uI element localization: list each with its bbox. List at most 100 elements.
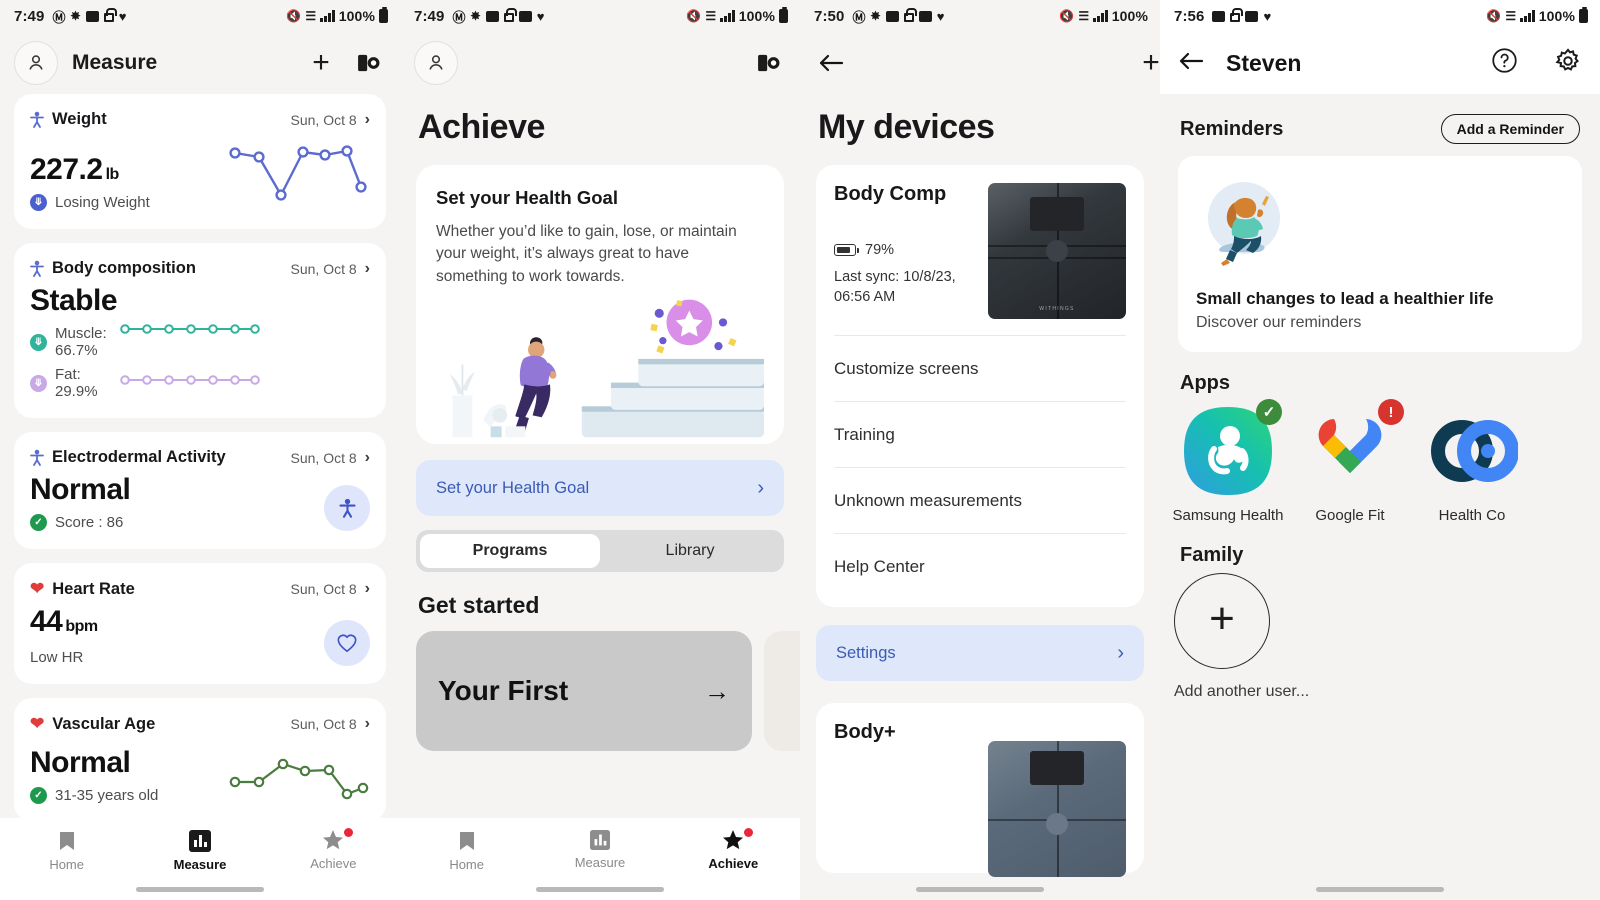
pinwheel-icon: ✸	[870, 9, 881, 23]
app-item-health-connect[interactable]: Health Co	[1424, 405, 1520, 524]
add-button[interactable]: +	[304, 46, 338, 80]
nav-item-home[interactable]: Home	[400, 830, 533, 872]
device-icon[interactable]	[352, 46, 386, 80]
device-link-training[interactable]: Training	[834, 401, 1126, 467]
card-weight[interactable]: Weight Sun, Oct 8 › 227.2 lb ⤋ Losing Wei…	[14, 94, 386, 229]
reminder-card-subtitle: Discover our reminders	[1196, 314, 1362, 331]
add-button[interactable]: +	[1134, 46, 1160, 80]
apps-section-header: Apps	[1160, 352, 1600, 401]
device-name: Body+	[834, 721, 896, 743]
photo-icon	[918, 10, 932, 22]
card-value: 44 bpm	[30, 605, 98, 638]
card-vascular-age[interactable]: ❤ Vascular Age Sun, Oct 8 › Normal ✓ 31-…	[14, 698, 386, 822]
chevron-right-icon: ›	[364, 448, 370, 466]
muscle-sparkline	[120, 324, 260, 334]
card-body-composition[interactable]: Body composition Sun, Oct 8 › Stable ⤋ M…	[14, 243, 386, 418]
vascular-sparkline	[229, 758, 369, 800]
status-badge-alert: !	[1378, 399, 1404, 425]
nav-item-achieve[interactable]: Achieve	[267, 828, 400, 871]
nav-item-measure[interactable]: Measure	[533, 830, 666, 870]
device-icon[interactable]	[752, 46, 786, 80]
app-header: Measure +	[0, 32, 400, 94]
family-section-header: Family	[1160, 524, 1600, 567]
pinwheel-icon: ✸	[470, 9, 481, 23]
back-arrow-icon[interactable]	[1178, 51, 1204, 76]
notification-badge	[344, 828, 354, 837]
card-title: ❤ Heart Rate	[30, 579, 135, 598]
status-right: 🔇 ☰ 100%	[286, 7, 388, 24]
battery-icon	[779, 7, 788, 23]
card-value: Normal	[30, 473, 131, 506]
device-link-unknown-measurements[interactable]: Unknown measurements	[834, 467, 1126, 533]
app-header	[400, 32, 800, 94]
photo-icon	[518, 10, 532, 22]
status-left: 7:49 Ⓜ ✸ ♥	[14, 7, 127, 26]
card-body: 44 bpm Low HR	[30, 605, 370, 666]
profile-icon[interactable]	[14, 41, 58, 85]
status-left: 7:56 ♥	[1174, 8, 1271, 25]
apps-list: ✓ Samsung Health ! Google Fit Health Co	[1160, 399, 1600, 524]
device-card-body-plus: Body+	[816, 703, 1144, 877]
add-another-user-button[interactable]: +	[1174, 573, 1270, 669]
nav-item-home[interactable]: Home	[0, 830, 133, 872]
home-indicator	[536, 887, 664, 892]
card-title: ❤ Vascular Age	[30, 714, 156, 733]
card-title: Weight	[30, 110, 107, 129]
card-heart-rate[interactable]: ❤ Heart Rate Sun, Oct 8 › 44 bpm Low HR	[14, 563, 386, 684]
program-card-list: Your First →	[400, 631, 800, 752]
health-goal-card[interactable]: Set your Health Goal Whether you’d like …	[416, 165, 784, 445]
muscle-stat: ⤋ Muscle: 66.7%	[30, 325, 117, 359]
heart-icon: ❤	[30, 579, 45, 598]
battery-icon	[834, 244, 859, 257]
battery-percent: 100%	[338, 8, 375, 24]
program-card-next[interactable]	[764, 631, 800, 752]
card-body: Stable ⤋ Muscle: 66.7% ⤋ Fat: 29.9%	[30, 284, 370, 400]
card-status: Low HR	[30, 649, 84, 666]
device-link-help-center[interactable]: Help Center	[834, 533, 1126, 599]
reminder-card[interactable]: Small changes to lead a healthier life D…	[1178, 156, 1582, 352]
gmail-icon: Ⓜ	[452, 10, 466, 26]
profile-header: Steven	[1160, 32, 1600, 94]
back-arrow-icon[interactable]	[814, 46, 848, 80]
bitmoji-icon	[885, 10, 899, 22]
card-header: ❤ Vascular Age Sun, Oct 8 ›	[30, 714, 370, 734]
device-header: Body+	[834, 721, 1126, 877]
card-value: Stable	[30, 284, 118, 317]
profile-icon[interactable]	[414, 41, 458, 85]
pinwheel-icon: ✸	[70, 9, 81, 23]
app-header: +	[800, 32, 1160, 94]
add-reminder-button[interactable]: Add a Reminder	[1440, 114, 1580, 144]
device-last-sync: Last sync: 10/8/23, 06:56 AM	[834, 268, 956, 306]
bars-icon	[589, 830, 610, 850]
app-item-samsung-health[interactable]: ✓ Samsung Health	[1173, 399, 1283, 524]
device-link-customize-screens[interactable]: Customize screens	[834, 335, 1126, 401]
card-electrodermal-activity[interactable]: Electrodermal Activity Sun, Oct 8 › Norm…	[14, 432, 386, 549]
wifi-icon: ☰	[305, 9, 317, 23]
program-card[interactable]: Your First →	[416, 631, 752, 752]
arrow-right-icon: →	[704, 675, 730, 706]
settings-button[interactable]: Settings ›	[816, 625, 1144, 681]
gear-icon[interactable]	[1554, 47, 1582, 80]
body-icon	[30, 111, 44, 128]
nav-item-achieve[interactable]: Achieve	[667, 828, 800, 871]
check-icon: ✓	[30, 787, 47, 804]
app-item-google-fit[interactable]: ! Google Fit	[1302, 399, 1404, 524]
card-body: Normal ✓ Score : 86	[30, 473, 370, 531]
tab-programs[interactable]: Programs	[420, 534, 600, 569]
panel-measure: 7:49 Ⓜ ✸ ♥ 🔇 ☰ 100% Measure + Weight Sun…	[0, 0, 400, 900]
withings-body-comp-scale: WITHINGS	[988, 183, 1126, 319]
signal-icon	[1520, 10, 1535, 22]
set-health-goal-button[interactable]: Set your Health Goal ›	[416, 460, 784, 517]
check-icon: ✓	[30, 514, 47, 531]
page-title: Achieve	[418, 108, 545, 146]
tab-library[interactable]: Library	[600, 534, 780, 568]
app-label: Health Co	[1438, 507, 1506, 524]
nav-item-measure[interactable]: Measure	[133, 830, 266, 872]
card-date: Sun, Oct 8 ›	[290, 715, 370, 732]
wifi-icon: ☰	[1078, 9, 1090, 23]
home-indicator	[1316, 887, 1444, 892]
heart-icon: ♥	[118, 8, 127, 24]
app-label: Google Fit	[1315, 507, 1385, 524]
help-icon[interactable]	[1491, 47, 1518, 79]
section-title-family: Family	[1180, 544, 1244, 566]
